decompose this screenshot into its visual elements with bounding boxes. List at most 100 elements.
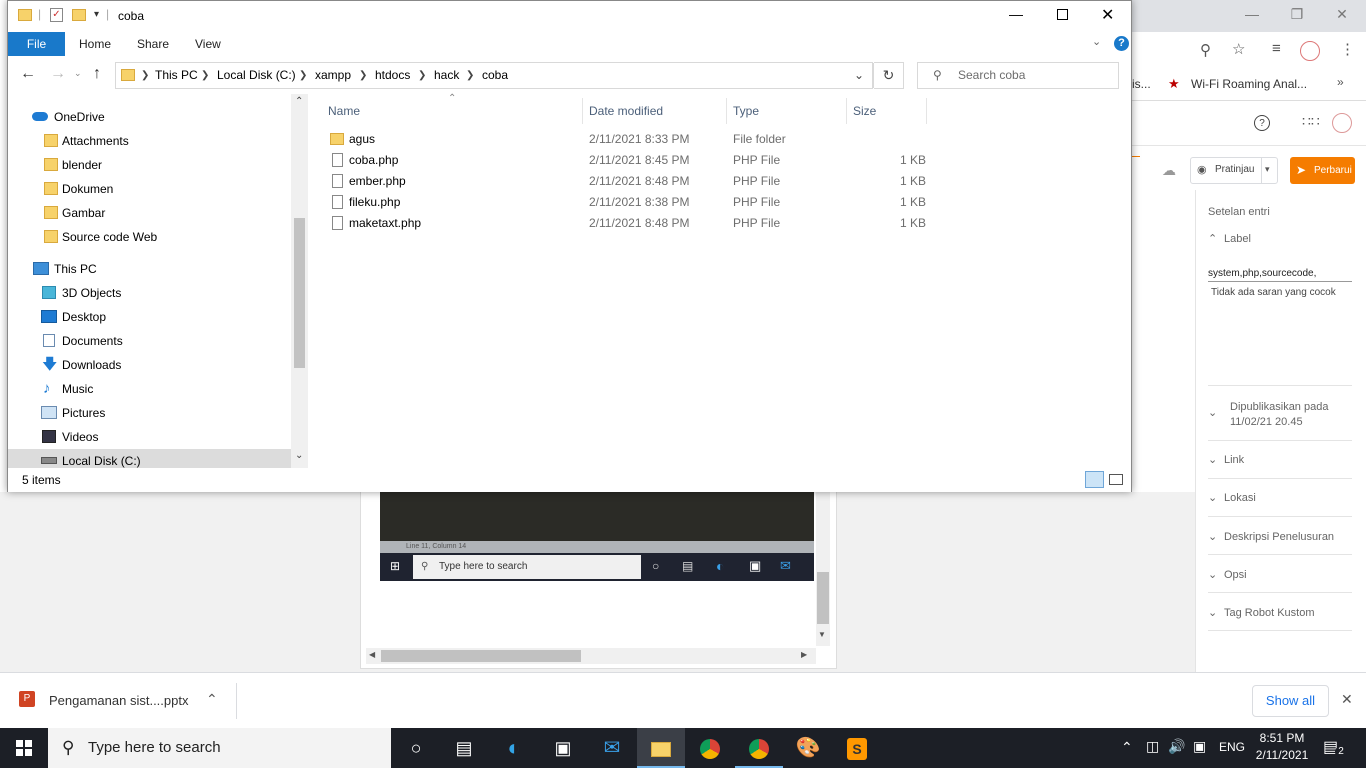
column-header-date[interactable]: Date modified [589, 100, 663, 122]
preview-dropdown-icon[interactable]: ▾ [1265, 164, 1270, 175]
help-icon[interactable]: ? [1254, 115, 1270, 131]
refresh-button[interactable]: ↻ [874, 62, 904, 89]
edge-icon[interactable]: ◐ [490, 728, 538, 768]
nav-3d-objects[interactable]: 3D Objects [8, 281, 291, 305]
scroll-left-arrow-icon[interactable]: ◀ [369, 650, 375, 659]
properties-icon[interactable]: ✓ [50, 8, 63, 22]
sublime-text-icon[interactable]: S [833, 728, 881, 768]
meet-now-icon[interactable]: ◫ [1146, 738, 1159, 755]
browser-menu-icon[interactable]: ⋮ [1340, 40, 1355, 58]
zoom-icon[interactable]: ⚲ [1200, 41, 1211, 59]
search-description-section[interactable]: ⌄ Deskripsi Penelusuran [1208, 530, 1352, 543]
label-input[interactable]: system,php,sourcecode, [1208, 268, 1352, 282]
taskbar-search-box[interactable]: Type here to search [48, 728, 391, 768]
editor-vscroll-thumb[interactable] [817, 572, 829, 624]
link-section[interactable]: ⌄ Link [1208, 453, 1352, 466]
breadcrumb-separator-icon[interactable]: ❯ [141, 63, 149, 88]
mail-icon[interactable]: ✉ [588, 728, 636, 768]
breadcrumb-xampp[interactable]: xampp [315, 63, 351, 88]
network-icon[interactable]: ▣ [1193, 738, 1206, 755]
chrome-icon[interactable] [686, 728, 734, 768]
search-input[interactable]: Search coba [917, 62, 1119, 89]
bookmark-wifi-roaming[interactable]: Wi-Fi Roaming Anal... [1191, 77, 1307, 91]
new-folder-icon[interactable] [72, 9, 86, 21]
apps-grid-icon[interactable]: ∷∷ [1302, 113, 1320, 130]
details-view-icon[interactable] [1085, 471, 1104, 488]
file-row[interactable]: fileku.php 2/11/2021 8:38 PM PHP File 1 … [328, 192, 928, 213]
robot-tags-section[interactable]: ⌄ Tag Robot Kustom [1208, 606, 1352, 619]
forward-arrow-icon[interactable]: → [50, 65, 66, 83]
nav-pictures[interactable]: Pictures [8, 401, 291, 425]
chrome-profile-icon[interactable] [735, 728, 783, 768]
close-button[interactable]: ✕ [1101, 5, 1114, 25]
breadcrumb-this-pc[interactable]: This PC [155, 63, 198, 88]
label-section[interactable]: ⌃ Label [1208, 232, 1352, 245]
nav-scroll-thumb[interactable] [294, 218, 305, 368]
bookmark-partial[interactable]: is... [1132, 77, 1151, 91]
account-avatar[interactable] [1332, 113, 1352, 133]
preview-button[interactable]: ◉ Pratinjau ▾ [1190, 157, 1278, 184]
update-button[interactable]: ➤ Perbarui [1290, 157, 1355, 184]
scroll-down-arrow-icon[interactable]: ▼ [818, 630, 826, 639]
windows-start-icon[interactable] [16, 740, 32, 756]
breadcrumb-hack[interactable]: hack [434, 63, 459, 88]
breadcrumb-separator-icon[interactable]: ❯ [466, 63, 474, 88]
maximize-button[interactable] [1057, 9, 1068, 20]
scroll-down-arrow-icon[interactable]: ⌄ [295, 450, 303, 461]
browser-close-button[interactable]: ✕ [1332, 6, 1352, 24]
file-row[interactable]: agus 2/11/2021 8:33 PM File folder [328, 129, 928, 150]
large-icons-view-icon[interactable] [1109, 474, 1123, 485]
browser-minimize-button[interactable]: — [1242, 6, 1262, 24]
back-arrow-icon[interactable]: ← [20, 65, 36, 83]
tab-view[interactable]: View [195, 32, 221, 56]
column-header-size[interactable]: Size [853, 100, 876, 122]
address-history-dropdown-icon[interactable]: ⌄ [854, 68, 864, 82]
nav-blender[interactable]: blender [8, 153, 291, 177]
nav-onedrive[interactable]: OneDrive [8, 105, 291, 129]
tab-share[interactable]: Share [137, 32, 169, 56]
expand-ribbon-icon[interactable]: ⌄ [1092, 35, 1101, 48]
browser-restore-button[interactable]: ❐ [1287, 6, 1307, 24]
scroll-right-arrow-icon[interactable]: ▶ [801, 650, 807, 659]
file-row[interactable]: maketaxt.php 2/11/2021 8:48 PM PHP File … [328, 213, 928, 234]
breadcrumb-separator-icon[interactable]: ❯ [201, 63, 209, 88]
editor-vertical-scrollbar[interactable]: ▼ [816, 492, 830, 646]
breadcrumb-htdocs[interactable]: htdocs [375, 63, 410, 88]
store-icon[interactable]: ▣ [539, 728, 587, 768]
nav-videos[interactable]: Videos [8, 425, 291, 449]
breadcrumb-separator-icon[interactable]: ❯ [299, 63, 307, 88]
column-header-type[interactable]: Type [733, 100, 759, 122]
profile-avatar[interactable] [1300, 41, 1320, 61]
options-section[interactable]: ⌄ Opsi [1208, 568, 1352, 581]
help-icon[interactable]: ? [1114, 36, 1129, 51]
language-indicator[interactable]: ENG [1219, 740, 1245, 754]
nav-source-code-web[interactable]: Source code Web [8, 225, 291, 249]
paint-icon[interactable]: 🎨 [784, 728, 832, 768]
up-arrow-icon[interactable]: ↑ [93, 65, 101, 83]
reading-list-icon[interactable]: ≡ [1272, 40, 1281, 57]
browser-address-bar[interactable]: ⚲ ☆ ≡ ⋮ [1132, 32, 1366, 71]
nav-downloads[interactable]: 🡇 Downloads [8, 353, 291, 377]
cortana-icon[interactable]: ○ [392, 728, 440, 768]
volume-icon[interactable]: 🔊 [1168, 738, 1185, 755]
show-all-button[interactable]: Show all [1252, 685, 1329, 717]
breadcrumb-separator-icon[interactable]: ❯ [418, 63, 426, 88]
bookmarks-overflow-icon[interactable]: » [1337, 75, 1344, 89]
recent-locations-icon[interactable]: ⌄ [74, 68, 82, 79]
show-hidden-icons-icon[interactable]: ⌃ [1121, 739, 1133, 756]
nav-music[interactable]: ♪ Music [8, 377, 291, 401]
address-bar[interactable]: ❯ This PC ❯ Local Disk (C:) ❯ xampp ❯ ht… [115, 62, 874, 89]
nav-this-pc[interactable]: This PC [8, 257, 291, 281]
clock[interactable]: 8:51 PM 2/11/2021 [1247, 730, 1317, 764]
editor-horizontal-scrollbar[interactable]: ◀ ▶ [366, 648, 816, 664]
breadcrumb-coba[interactable]: coba [482, 63, 508, 88]
breadcrumb-separator-icon[interactable]: ❯ [359, 63, 367, 88]
scroll-up-arrow-icon[interactable]: ⌃ [295, 96, 303, 107]
bookmark-star-icon[interactable]: ☆ [1232, 40, 1245, 58]
nav-desktop[interactable]: Desktop [8, 305, 291, 329]
task-view-icon[interactable]: ▤ [440, 728, 488, 768]
nav-gambar[interactable]: Gambar [8, 201, 291, 225]
nav-local-disk[interactable]: Local Disk (C:) [8, 449, 291, 468]
download-options-chevron-icon[interactable]: ⌃ [206, 691, 218, 708]
location-section[interactable]: ⌄ Lokasi [1208, 491, 1352, 504]
